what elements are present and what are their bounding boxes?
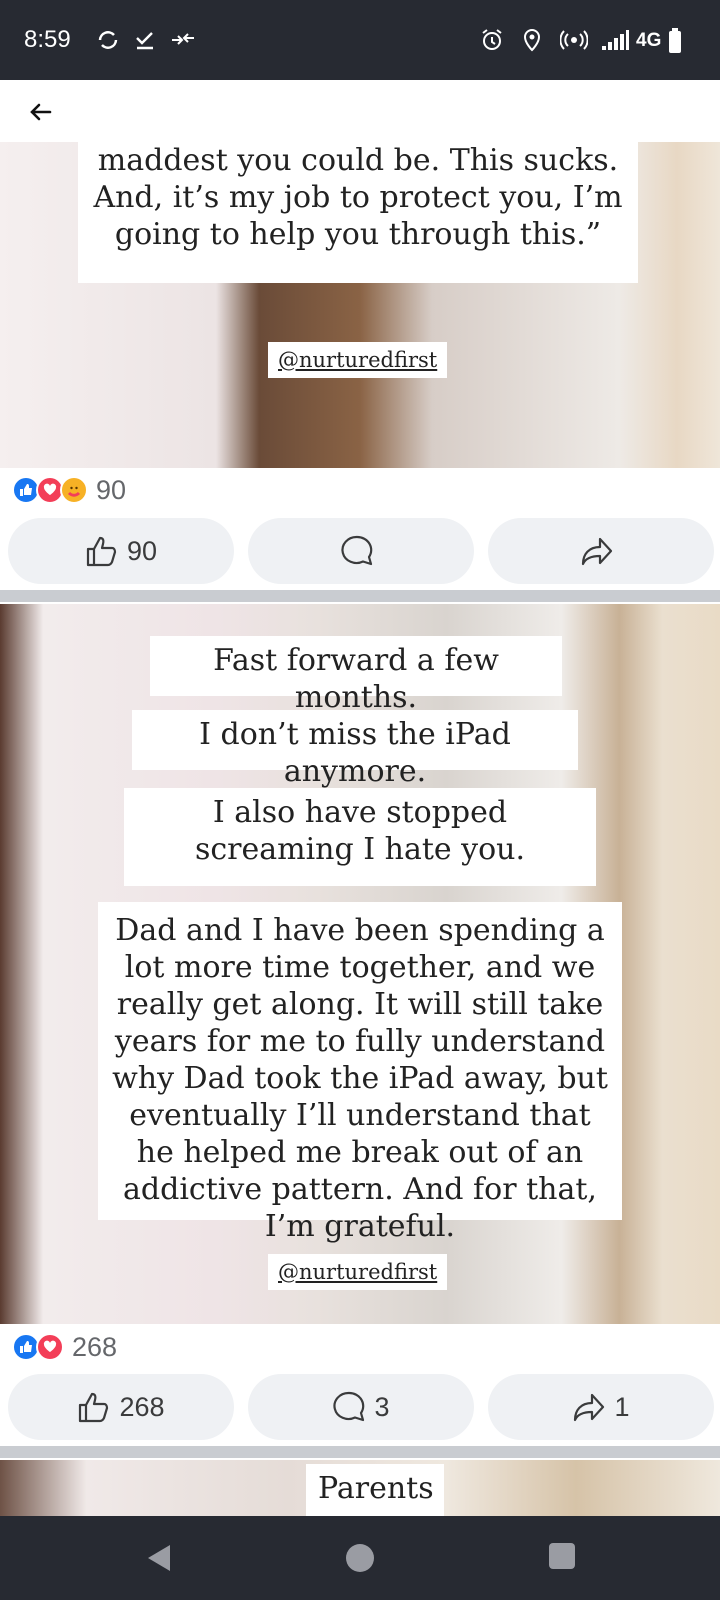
data-transfer-icon (172, 33, 194, 45)
post2-comment-count: 3 (374, 1391, 390, 1422)
post2-like-button[interactable]: 268 (8, 1374, 234, 1440)
post1-action-bar: 90 (8, 518, 714, 584)
post2-share-button[interactable]: 1 (488, 1374, 714, 1440)
status-time: 8:59 (24, 26, 71, 53)
post1-reactions[interactable]: 90 (12, 475, 126, 505)
post3-photo[interactable]: Parents (0, 1460, 720, 1516)
location-icon (523, 29, 541, 52)
nav-recents-icon[interactable] (548, 1542, 576, 1570)
thumbs-up-icon (79, 1392, 109, 1423)
love-reaction-icon (36, 1333, 64, 1361)
post-separator (0, 1446, 720, 1458)
post1-like-count: 90 (126, 535, 158, 566)
hotspot-icon (560, 30, 588, 50)
nav-back-icon[interactable] (144, 1542, 174, 1574)
post2-comment-button[interactable]: 3 (248, 1374, 474, 1440)
post2-photo[interactable]: Fast forward a few months. I don’t miss … (0, 604, 720, 1324)
post1-share-button[interactable] (488, 518, 714, 584)
post1-reaction-count: 90 (96, 474, 127, 505)
post1-text: maddest you could be. This sucks. And, i… (93, 143, 623, 252)
alarm-icon (482, 29, 502, 50)
post1-text-box: maddest you could be. This sucks. And, i… (78, 142, 638, 283)
post1-like-button[interactable]: 90 (8, 518, 234, 584)
post2-text-3: I also have stopped screaming I hate you… (194, 795, 526, 867)
post2-reactions[interactable]: 268 (12, 1332, 117, 1362)
signal-icon (602, 30, 629, 50)
post1-handle[interactable]: @nurturedfirst (268, 342, 448, 378)
post2-like-count: 268 (119, 1391, 165, 1422)
post-separator (0, 590, 720, 602)
post2-text-box-4: Dad and I have been spending a lot more … (98, 902, 622, 1244)
post3-text-1: Parents (318, 1471, 434, 1506)
post2-text-2: I don’t miss the iPad anymore. (199, 717, 511, 789)
post2-text-4: Dad and I have been spending a lot more … (112, 913, 608, 1244)
post3-text-box-1: Parents (306, 1464, 444, 1516)
post2-action-bar: 268 3 1 (8, 1374, 714, 1440)
post1-photo[interactable]: maddest you could be. This sucks. And, i… (0, 142, 720, 468)
post2-text-box-1: Fast forward a few months. (150, 636, 562, 715)
post1-comment-button[interactable] (248, 518, 474, 584)
sync-icon (98, 31, 118, 49)
battery-icon (669, 28, 681, 53)
post2-handle[interactable]: @nurturedfirst (268, 1254, 448, 1290)
top-bar (0, 80, 720, 142)
comment-bubble-icon (333, 1391, 365, 1422)
share-arrow-icon (574, 1393, 605, 1422)
post2-text-box-3: I also have stopped screaming I hate you… (124, 788, 596, 886)
system-nav-bar (0, 1516, 720, 1600)
comment-bubble-icon (341, 535, 373, 566)
status-bar: 8:59 4G (0, 0, 720, 80)
back-arrow-icon[interactable] (26, 97, 56, 127)
post2-text-1: Fast forward a few months. (213, 643, 499, 715)
thumbs-up-icon (86, 536, 117, 567)
post2-text-box-2: I don’t miss the iPad anymore. (132, 710, 578, 789)
check-download-icon (136, 32, 153, 50)
nav-home-icon[interactable] (344, 1542, 376, 1574)
post2-share-count: 1 (614, 1391, 630, 1422)
share-arrow-icon (581, 537, 613, 566)
care-reaction-icon (60, 476, 88, 504)
post2-reaction-count: 268 (72, 1331, 118, 1362)
network-type: 4G (636, 30, 662, 51)
